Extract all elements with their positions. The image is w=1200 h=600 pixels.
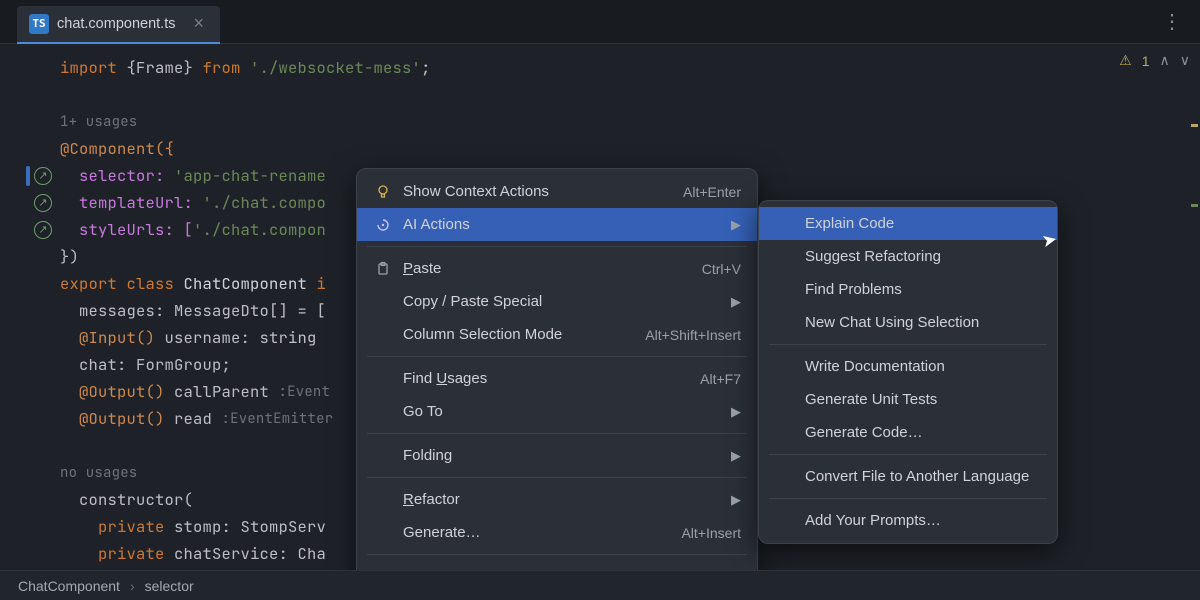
warning-icon: ⚠ — [1119, 52, 1132, 69]
breadcrumb-item[interactable]: selector — [145, 578, 194, 594]
menu-separator — [769, 454, 1047, 455]
menu-separator — [367, 433, 747, 434]
menu-item-label: Write Documentation — [805, 358, 1041, 375]
ai-action-item-explain-code[interactable]: Explain Code — [759, 207, 1057, 240]
chevron-right-icon: ▶ — [731, 448, 741, 464]
change-marker[interactable] — [26, 166, 30, 186]
menu-item-label: AI Actions — [403, 216, 711, 233]
context-menu-item-copy-paste-special[interactable]: Copy / Paste Special ▶ — [357, 285, 757, 318]
menu-item-label: Add Your Prompts… — [805, 512, 1041, 529]
related-symbol-icon[interactable]: ↗ — [34, 194, 52, 212]
menu-item-label: Folding — [403, 447, 711, 464]
ai-actions-submenu: Explain Code Suggest Refactoring Find Prob… — [758, 200, 1058, 544]
menu-item-label: Find Problems — [805, 281, 1041, 298]
menu-separator — [367, 477, 747, 478]
error-stripe[interactable] — [1188, 84, 1198, 582]
chevron-right-icon: ▶ — [731, 294, 741, 310]
ai-action-item-new-chat-using-selection[interactable]: New Chat Using Selection — [759, 306, 1057, 339]
editor-more-menu-icon[interactable]: ⋮ — [1144, 9, 1200, 34]
context-menu-item-paste[interactable]: Paste Ctrl+V — [357, 252, 757, 285]
prev-highlight-icon[interactable]: ∧ — [1160, 52, 1170, 69]
ai-action-item-find-problems[interactable]: Find Problems — [759, 273, 1057, 306]
menu-shortcut: Alt+F7 — [700, 371, 741, 387]
menu-shortcut: Alt+Shift+Insert — [645, 327, 741, 343]
context-menu-item-folding[interactable]: Folding ▶ — [357, 439, 757, 472]
ai-action-item-write-documentation[interactable]: Write Documentation — [759, 350, 1057, 383]
context-menu-item-ai-actions[interactable]: AI Actions ▶ — [357, 208, 757, 241]
menu-separator — [367, 246, 747, 247]
menu-item-label: Generate… — [403, 524, 661, 541]
menu-item-label: Convert File to Another Language — [805, 468, 1041, 485]
ai-action-item-add-your-prompts[interactable]: Add Your Prompts… — [759, 504, 1057, 537]
related-symbol-icon[interactable]: ↗ — [34, 221, 52, 239]
breadcrumb[interactable]: ChatComponent › selector — [0, 570, 1200, 600]
chevron-right-icon: ▶ — [731, 492, 741, 508]
menu-shortcut: Alt+Insert — [681, 525, 741, 541]
ai-action-item-generate-unit-tests[interactable]: Generate Unit Tests — [759, 383, 1057, 416]
menu-item-label: Go To — [403, 403, 711, 420]
usages-hint[interactable]: 1+ usages — [60, 113, 137, 131]
breadcrumb-item[interactable]: ChatComponent — [18, 578, 120, 594]
usages-hint[interactable]: no usages — [60, 464, 137, 482]
context-menu-item-go-to[interactable]: Go To ▶ — [357, 395, 757, 428]
menu-separator — [769, 498, 1047, 499]
paste-icon — [373, 261, 393, 277]
menu-item-label: Suggest Refactoring — [805, 248, 1041, 265]
menu-item-label: Generate Unit Tests — [805, 391, 1041, 408]
bulb-icon — [373, 184, 393, 200]
ai-action-item-suggest-refactoring[interactable]: Suggest Refactoring — [759, 240, 1057, 273]
typescript-file-icon: TS — [29, 14, 49, 34]
menu-item-label: Copy / Paste Special — [403, 293, 711, 310]
chevron-right-icon: ▶ — [731, 404, 741, 420]
menu-shortcut: Alt+Enter — [683, 184, 741, 200]
menu-item-label: Show Context Actions — [403, 183, 663, 200]
context-menu-item-find-usages[interactable]: Find Usages Alt+F7 — [357, 362, 757, 395]
context-menu-item-refactor[interactable]: Refactor ▶ — [357, 483, 757, 516]
inspections-widget[interactable]: ⚠ 1 ∧ ∨ — [1119, 52, 1190, 69]
ai-action-item-convert-file-to-another-language[interactable]: Convert File to Another Language — [759, 460, 1057, 493]
menu-item-label: Refactor — [403, 491, 711, 508]
menu-separator — [367, 356, 747, 357]
menu-item-label: New Chat Using Selection — [805, 314, 1041, 331]
menu-shortcut: Ctrl+V — [702, 261, 741, 277]
context-menu-item-generate[interactable]: Generate… Alt+Insert — [357, 516, 757, 549]
ai-action-item-generate-code[interactable]: Generate Code… — [759, 416, 1057, 449]
next-highlight-icon[interactable]: ∨ — [1180, 52, 1190, 69]
menu-item-label: Find Usages — [403, 370, 680, 387]
menu-item-label: Explain Code — [805, 215, 1041, 232]
chevron-right-icon: ▶ — [731, 217, 741, 233]
tab-filename: chat.component.ts — [57, 16, 176, 32]
close-tab-icon[interactable]: × — [190, 13, 209, 34]
related-symbol-icon[interactable]: ↗ — [34, 167, 52, 185]
context-menu: Show Context Actions Alt+Enter AI Actions ▶… — [356, 168, 758, 600]
tab-bar: TS chat.component.ts × ⋮ — [0, 0, 1200, 44]
warning-count: 1 — [1142, 53, 1150, 69]
menu-item-label: Column Selection Mode — [403, 326, 625, 343]
context-menu-item-show-context-actions[interactable]: Show Context Actions Alt+Enter — [357, 175, 757, 208]
chevron-right-icon: › — [130, 578, 135, 594]
menu-separator — [769, 344, 1047, 345]
editor-tab[interactable]: TS chat.component.ts × — [17, 6, 220, 44]
menu-item-label: Generate Code… — [805, 424, 1041, 441]
menu-item-label: Paste — [403, 260, 682, 277]
menu-separator — [367, 554, 747, 555]
swirl-icon — [373, 217, 393, 233]
context-menu-item-column-selection-mode[interactable]: Column Selection Mode Alt+Shift+Insert — [357, 318, 757, 351]
gutter: ↗ ↗ ↗ — [0, 44, 60, 582]
